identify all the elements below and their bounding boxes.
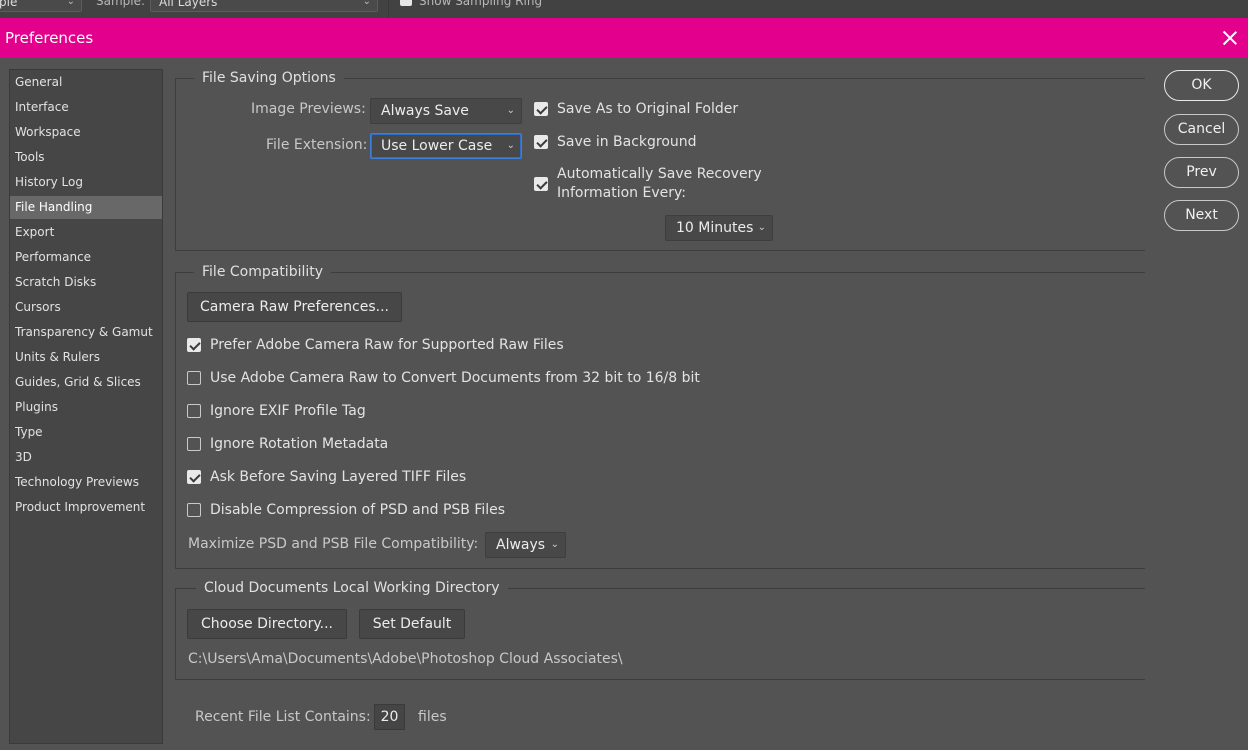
prefer-camera-raw-checkbox[interactable] <box>187 338 201 352</box>
sample-size-value: ple <box>0 0 18 9</box>
sampler-value: All Layers <box>159 0 218 9</box>
nav-item-3d[interactable]: 3D <box>10 446 162 469</box>
group-title: File Compatibility <box>194 263 332 281</box>
save-original-folder-label: Save As to Original Folder <box>557 101 739 117</box>
nav-item-performance[interactable]: Performance <box>10 246 162 269</box>
nav-item-units-rulers[interactable]: Units & Rulers <box>10 346 162 369</box>
chevron-down-icon: ⌄ <box>66 0 75 7</box>
nav-item-cursors[interactable]: Cursors <box>10 296 162 319</box>
image-previews-value: Always Save <box>381 103 469 119</box>
disable-compression-checkbox[interactable] <box>187 503 201 517</box>
convert-32bit-label: Use Adobe Camera Raw to Convert Document… <box>210 370 700 386</box>
dialog-titlebar: Preferences <box>0 18 1248 58</box>
maximize-compat-value: Always <box>496 537 546 553</box>
ask-tiff-checkbox[interactable] <box>187 470 201 484</box>
nav-item-type[interactable]: Type <box>10 421 162 444</box>
sample-size-dropdown[interactable]: ple ⌄ <box>0 0 82 12</box>
dialog-title: Preferences <box>5 29 94 47</box>
prefer-camera-raw-label: Prefer Adobe Camera Raw for Supported Ra… <box>210 337 564 353</box>
recent-files-input[interactable]: 20 <box>374 704 405 730</box>
toolbar-divider <box>388 0 389 18</box>
prev-button[interactable]: Prev <box>1164 157 1239 188</box>
chevron-down-icon: ⌄ <box>506 105 515 116</box>
chevron-down-icon: ⌄ <box>757 222 766 233</box>
disable-compression-label: Disable Compression of PSD and PSB Files <box>210 502 506 518</box>
next-button[interactable]: Next <box>1164 200 1239 231</box>
image-previews-label: Image Previews: <box>251 101 366 117</box>
nav-item-transparency-gamut[interactable]: Transparency & Gamut <box>10 321 162 344</box>
group-title: File Saving Options <box>194 69 344 87</box>
save-background-checkbox[interactable] <box>534 135 548 149</box>
save-background-label: Save in Background <box>557 134 697 150</box>
chevron-down-icon: ⌄ <box>506 140 515 151</box>
save-original-folder-checkbox[interactable] <box>534 102 548 116</box>
ignore-exif-checkbox[interactable] <box>187 404 201 418</box>
show-sampling-ring-checkbox[interactable] <box>400 0 412 6</box>
auto-save-interval-value: 10 Minutes <box>676 220 754 236</box>
file-extension-label: File Extension: <box>266 137 368 153</box>
preferences-nav: General Interface Workspace Tools Histor… <box>9 69 163 744</box>
ignore-rotation-checkbox[interactable] <box>187 437 201 451</box>
recent-files-unit: files <box>418 709 447 725</box>
nav-item-general[interactable]: General <box>10 71 162 94</box>
nav-item-plugins[interactable]: Plugins <box>10 396 162 419</box>
ok-button[interactable]: OK <box>1164 70 1239 101</box>
recent-files-label: Recent File List Contains: <box>195 709 371 725</box>
chevron-down-icon: ⌄ <box>362 0 371 7</box>
auto-save-label-line2: Information Every: <box>557 185 686 201</box>
image-previews-dropdown[interactable]: Always Save ⌄ <box>370 98 522 124</box>
group-title: Cloud Documents Local Working Directory <box>196 579 508 597</box>
auto-save-interval-dropdown[interactable]: 10 Minutes ⌄ <box>665 215 773 241</box>
nav-item-scratch-disks[interactable]: Scratch Disks <box>10 271 162 294</box>
convert-32bit-checkbox[interactable] <box>187 371 201 385</box>
nav-item-workspace[interactable]: Workspace <box>10 121 162 144</box>
sampler-label: Sample: <box>96 0 146 8</box>
nav-item-product-improvement[interactable]: Product Improvement <box>10 496 162 519</box>
cancel-button[interactable]: Cancel <box>1164 114 1239 145</box>
maximize-compat-dropdown[interactable]: Always ⌄ <box>485 532 566 558</box>
cloud-directory-path: C:\Users\Ama\Documents\Adobe\Photoshop C… <box>188 651 623 667</box>
close-icon[interactable] <box>1218 26 1242 50</box>
ignore-rotation-label: Ignore Rotation Metadata <box>210 436 389 452</box>
auto-save-label-line1: Automatically Save Recovery <box>557 166 762 182</box>
maximize-compat-label: Maximize PSD and PSB File Compatibility: <box>188 536 479 552</box>
auto-save-checkbox[interactable] <box>534 177 548 191</box>
ask-tiff-label: Ask Before Saving Layered TIFF Files <box>210 469 467 485</box>
sampler-dropdown[interactable]: All Layers ⌄ <box>150 0 378 12</box>
nav-item-file-handling[interactable]: File Handling <box>10 196 162 219</box>
file-extension-dropdown[interactable]: Use Lower Case ⌄ <box>370 133 522 159</box>
choose-directory-button[interactable]: Choose Directory... <box>187 609 347 639</box>
nav-item-tools[interactable]: Tools <box>10 146 162 169</box>
set-default-button[interactable]: Set Default <box>359 609 465 639</box>
nav-item-technology-previews[interactable]: Technology Previews <box>10 471 162 494</box>
camera-raw-preferences-button[interactable]: Camera Raw Preferences... <box>187 292 402 322</box>
show-sampling-ring-label: Show Sampling Ring <box>419 0 543 8</box>
nav-item-interface[interactable]: Interface <box>10 96 162 119</box>
file-extension-value: Use Lower Case <box>381 138 493 154</box>
nav-item-export[interactable]: Export <box>10 221 162 244</box>
chevron-down-icon: ⌄ <box>550 539 559 550</box>
nav-item-history-log[interactable]: History Log <box>10 171 162 194</box>
ignore-exif-label: Ignore EXIF Profile Tag <box>210 403 366 419</box>
nav-item-guides-grid-slices[interactable]: Guides, Grid & Slices <box>10 371 162 394</box>
options-bar: ple ⌄ Sample: All Layers ⌄ Show Sampling… <box>0 0 1248 18</box>
